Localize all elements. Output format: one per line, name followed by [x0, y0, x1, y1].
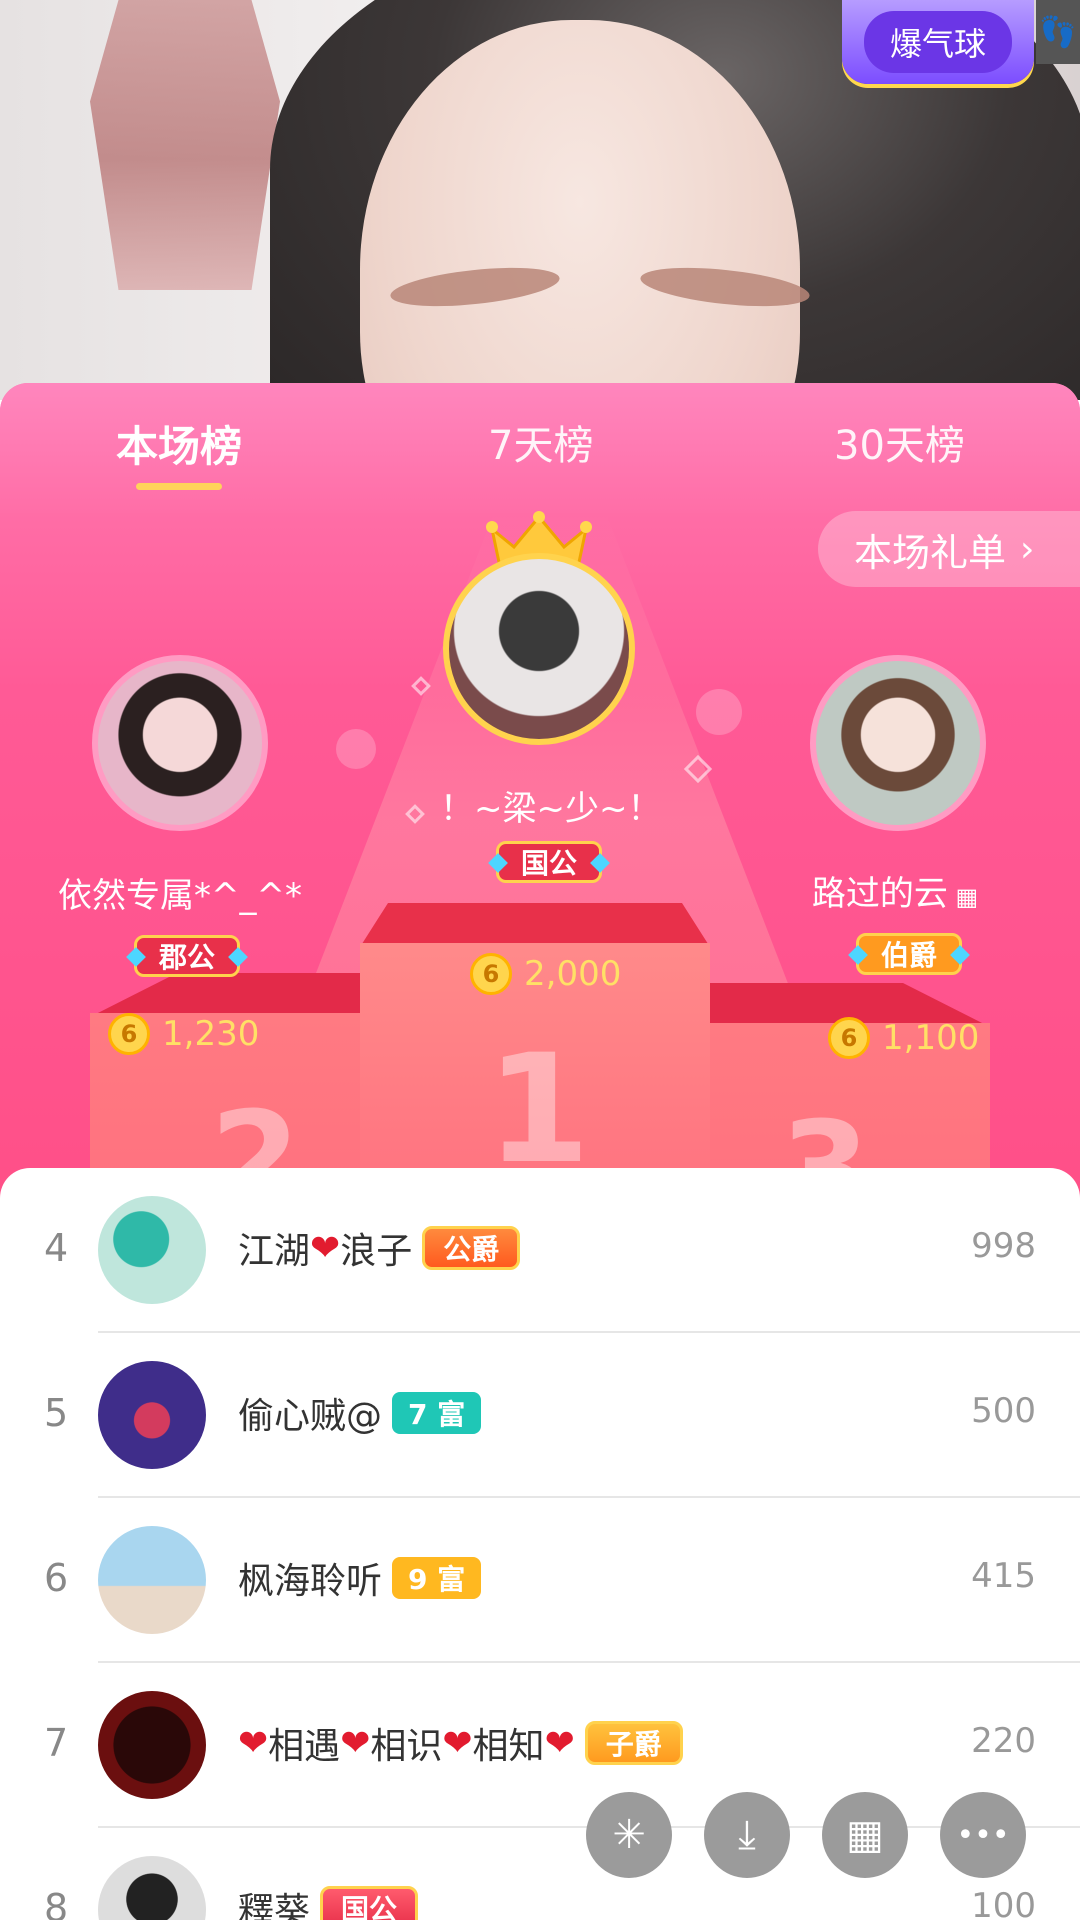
coin-icon: 6	[108, 1013, 150, 1055]
coins-rank-2: 6 1,230	[108, 1013, 259, 1055]
rank-number: 6	[44, 1556, 69, 1600]
rank-number: 8	[44, 1886, 69, 1920]
heart-icon: ❤	[442, 1722, 473, 1764]
contribution-value: 220	[971, 1721, 1036, 1761]
wealth-level-badge: 9 富	[392, 1557, 482, 1599]
rank-number: 4	[44, 1226, 69, 1270]
list-item[interactable]: 8 釋葵 国公 100	[0, 1828, 1080, 1920]
live-video-feed: 爆气球 👣	[0, 0, 1080, 400]
boom-balloon-button[interactable]: 爆气球	[842, 0, 1034, 84]
coin-icon: 6	[828, 1017, 870, 1059]
user-name: 江湖 ❤ 浪子 公爵	[238, 1222, 521, 1274]
coins-rank-3: 6 1,100	[828, 1017, 979, 1059]
contribution-value: 500	[971, 1391, 1036, 1431]
coin-icon: 6	[470, 953, 512, 995]
rank-number: 5	[44, 1391, 69, 1435]
leaderboard-tabs: 本场榜 7天榜 30天榜	[0, 383, 1080, 513]
avatar-rank-3[interactable]	[810, 655, 986, 831]
list-item[interactable]: 5 偷心贼@ 7 富 500	[0, 1333, 1080, 1498]
avatar-rank-1[interactable]	[443, 553, 635, 745]
gift-list-button[interactable]: 本场礼单 ›	[818, 511, 1080, 587]
avatar[interactable]	[98, 1526, 206, 1634]
avatar[interactable]	[98, 1856, 206, 1920]
title-badge-rank-2: 郡公	[134, 935, 241, 977]
contribution-value: 998	[971, 1226, 1036, 1266]
more-icon[interactable]: •••	[940, 1792, 1026, 1878]
avatar[interactable]	[98, 1691, 206, 1799]
tab-7-days[interactable]: 7天榜	[488, 413, 593, 471]
bubble-decoration	[336, 729, 376, 769]
list-item[interactable]: 7 ❤ 相遇 ❤ 相识 ❤ 相知 ❤ 子爵 220	[0, 1663, 1080, 1828]
avatar[interactable]	[98, 1361, 206, 1469]
heart-icon: ❤	[310, 1227, 341, 1269]
ranking-list: 4 江湖 ❤ 浪子 公爵 998 5 偷心贼@ 7 富 500 6 枫海聆听 9 富…	[0, 1168, 1080, 1920]
title-badge-rank-3: 伯爵	[856, 933, 963, 975]
user-name: 釋葵 国公	[238, 1882, 419, 1920]
background-lamp	[90, 0, 280, 290]
grid-icon[interactable]: ▦	[822, 1792, 908, 1878]
list-item[interactable]: 4 江湖 ❤ 浪子 公爵 998	[0, 1168, 1080, 1333]
coins-rank-1: 6 2,000	[470, 953, 621, 995]
tab-30-days[interactable]: 30天榜	[834, 413, 965, 471]
name-rank-2: 依然专属*^_^*	[58, 876, 302, 916]
list-item[interactable]: 6 枫海聆听 9 富 415	[0, 1498, 1080, 1663]
contribution-value: 100	[971, 1886, 1036, 1920]
user-name: 偷心贼@ 7 富	[238, 1387, 482, 1439]
flag-icon: ▦	[947, 883, 979, 911]
bubble-decoration	[696, 689, 742, 735]
noble-badge: 公爵	[422, 1226, 521, 1270]
gift-list-label: 本场礼单	[854, 530, 1007, 575]
title-badge-rank-1: 国公	[496, 841, 603, 883]
tab-current-session[interactable]: 本场榜	[116, 413, 242, 474]
footprint-icon[interactable]: 👣	[1036, 0, 1080, 64]
user-name: ❤ 相遇 ❤ 相识 ❤ 相知 ❤ 子爵	[238, 1717, 683, 1769]
wealth-level-badge: 7 富	[392, 1392, 482, 1434]
noble-badge: 国公	[320, 1886, 419, 1920]
heart-icon: ❤	[544, 1722, 575, 1764]
contribution-value: 415	[971, 1556, 1036, 1596]
sparkle-icon[interactable]: ✳	[586, 1792, 672, 1878]
rank-number: 7	[44, 1721, 69, 1765]
avatar[interactable]	[98, 1196, 206, 1304]
name-rank-1: ！~梁~少~！	[440, 789, 662, 829]
chevron-right-icon: ›	[1020, 528, 1035, 570]
download-icon[interactable]: ⤓	[704, 1792, 790, 1878]
user-name: 枫海聆听 9 富	[238, 1552, 482, 1604]
podium-top-first	[360, 903, 710, 947]
heart-icon: ❤	[340, 1722, 371, 1764]
heart-icon: ❤	[238, 1722, 269, 1764]
podium-top-second	[90, 973, 380, 1017]
avatar-rank-2[interactable]	[92, 655, 268, 831]
noble-badge: 子爵	[584, 1721, 683, 1765]
active-tab-indicator	[136, 483, 222, 490]
boom-balloon-label: 爆气球	[863, 11, 1012, 73]
name-rank-3: 路过的云 ▦	[811, 874, 979, 914]
